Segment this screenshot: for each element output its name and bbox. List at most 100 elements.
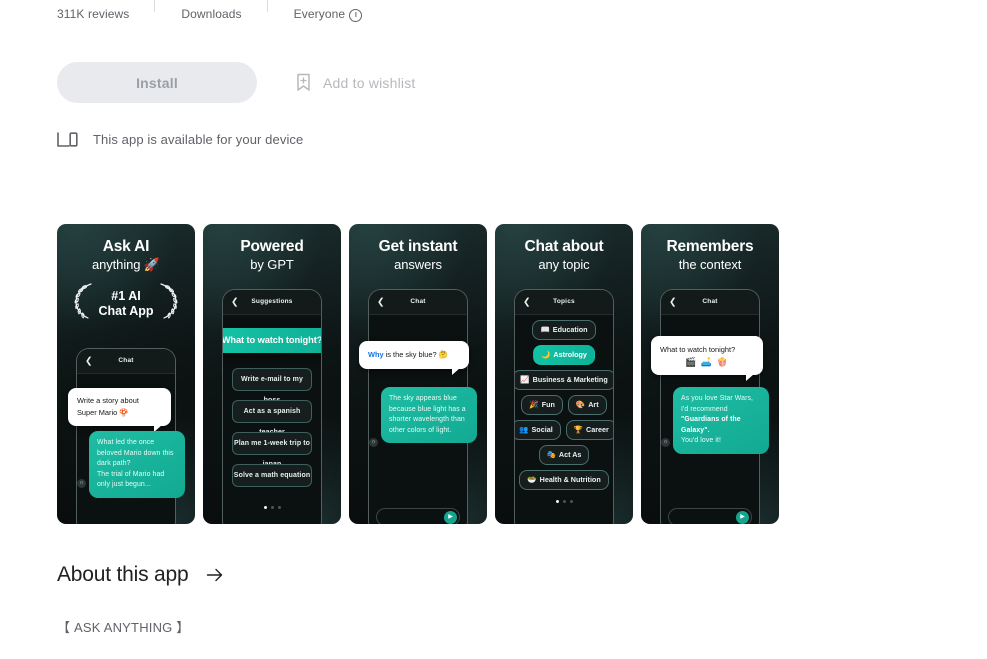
topic-chip-label: Health & Nutrition: [539, 475, 601, 484]
page-dot[interactable]: [562, 500, 566, 503]
chevron-left-icon[interactable]: ❮: [377, 297, 385, 307]
bot-message-bubble: The sky appears blue because blue light …: [381, 387, 477, 443]
topic-chip-education[interactable]: 📖 Education: [532, 320, 596, 340]
suggestion-pill-4[interactable]: Solve a math equation: [232, 464, 312, 487]
phone-frame: ❮ Suggestions What to watch tonight? Wri…: [222, 289, 322, 524]
chevron-left-icon[interactable]: ❮: [669, 297, 677, 307]
topic-chip-business-marketing[interactable]: 📈 Business & Marketing: [515, 370, 613, 390]
featured-suggestion-pill[interactable]: What to watch tonight?: [223, 328, 321, 353]
headline-line-2: by GPT: [250, 257, 294, 272]
award-badge: #1 AI Chat App: [57, 281, 195, 326]
stat-content-rating-text: Everyone: [293, 7, 346, 21]
headline-line-1: Chat about: [524, 238, 604, 255]
headline-line-2: any topic: [538, 257, 590, 272]
screenshot-ask-ai-anything[interactable]: Ask AI anything 🚀 #1 AI Chat App ❮ Chat …: [57, 224, 195, 524]
app-action-row: Install Add to wishlist: [57, 62, 423, 103]
stat-reviews-label: 311K reviews: [57, 7, 130, 21]
page-dot[interactable]: [270, 506, 274, 509]
topic-chip-label: Social: [531, 425, 553, 434]
moon-emoji-icon: 🌙: [541, 350, 551, 359]
message-input-bar[interactable]: ▶: [376, 508, 460, 524]
stat-content-rating-label: Everyone: [294, 0, 363, 28]
topic-chip-social[interactable]: 👥 Social: [515, 420, 561, 440]
send-icon[interactable]: ▶: [444, 510, 457, 524]
laurel-wreath-icon: [70, 281, 96, 326]
bot-message-bubble: As you love Star Wars, I'd recommend "Gu…: [673, 387, 769, 454]
palette-emoji-icon: 🎨: [575, 400, 586, 409]
topic-chip-label: Career: [586, 425, 609, 434]
page-dot[interactable]: [277, 506, 281, 509]
masks-emoji-icon: 🎭: [546, 450, 556, 459]
phone-app-bar: ❮ Chat: [661, 290, 759, 315]
device-phone-tablet-icon: [57, 131, 78, 148]
user-message-text: What to watch tonight?: [660, 345, 736, 354]
info-icon[interactable]: [349, 8, 363, 22]
topic-chip-astrology[interactable]: 🌙 Astrology: [533, 345, 595, 365]
user-message-bubble: Why is the sky blue? 🤔: [359, 341, 469, 375]
topic-chip-health-nutrition[interactable]: 🥗 Health & Nutrition: [519, 470, 609, 490]
suggestion-pill-1[interactable]: Write e-mail to my boss: [232, 368, 312, 404]
topic-chip-label: Astrology: [553, 350, 587, 359]
headline-line-2: the context: [678, 257, 742, 272]
app-stats-row: 311K reviews Downloads Everyone: [57, 0, 388, 28]
page-dot[interactable]: [569, 500, 573, 503]
stat-downloads: Downloads: [155, 0, 268, 28]
screenshot-get-instant-answers[interactable]: Get instant answers ❮ Chat ▶ Why is the …: [349, 224, 487, 524]
headline-line-2: answers: [394, 257, 442, 272]
screenshot-headline: Get instant answers: [349, 238, 487, 273]
phone-app-bar: ❮ Chat: [77, 349, 175, 374]
badge-line-1: #1 AI: [111, 288, 141, 303]
party-emoji-icon: 🎉: [529, 400, 539, 409]
topic-chip-fun[interactable]: 🎉 Fun: [521, 395, 563, 415]
laurel-wreath-icon: [156, 281, 182, 326]
suggestion-pill-3[interactable]: Plan me 1-week trip to japan: [232, 432, 312, 468]
suggestion-pill-2[interactable]: Act as a spanish teacher: [232, 400, 312, 436]
page-dot[interactable]: [263, 506, 267, 509]
headline-line-1: Remembers: [666, 238, 754, 255]
about-this-app-description: 【 ASK ANYTHING 】: [57, 620, 190, 635]
about-this-app-link[interactable]: About this app: [57, 563, 224, 587]
phone-app-bar: ❮ Topics: [515, 290, 613, 315]
add-to-wishlist-button[interactable]: Add to wishlist: [287, 62, 423, 103]
add-to-wishlist-label: Add to wishlist: [323, 74, 416, 91]
send-icon[interactable]: ▶: [736, 510, 749, 524]
topic-chip-act-as[interactable]: 🎭 Act As: [538, 445, 590, 465]
message-input-bar[interactable]: ▶: [668, 508, 752, 524]
screenshot-gallery: Ask AI anything 🚀 #1 AI Chat App ❮ Chat …: [57, 224, 779, 524]
bot-message-bubble: What led the once beloved Mario down thi…: [89, 431, 185, 498]
bot-avatar-icon: ☼: [661, 438, 670, 447]
screenshot-headline: Chat about any topic: [495, 238, 633, 273]
bot-message-pre: As you love Star Wars, I'd recommend: [681, 395, 754, 413]
headline-line-1: Powered: [240, 238, 304, 255]
badge-line-2: Chat App: [98, 303, 154, 318]
phone-frame: ❮ Topics 📖 Education 🌙 Astrology 📈 Business…: [514, 289, 614, 524]
stat-content-rating: Everyone: [268, 0, 389, 28]
chevron-left-icon[interactable]: ❮: [85, 356, 93, 366]
screenshot-remembers-the-context[interactable]: Remembers the context ❮ Chat ▶ What to w…: [641, 224, 779, 524]
page-indicator-dots: [515, 500, 613, 503]
topic-chip-art[interactable]: 🎨 Art: [567, 395, 607, 415]
chevron-left-icon[interactable]: ❮: [523, 297, 531, 307]
device-availability-text: This app is available for your device: [93, 131, 304, 147]
topic-chip-label: Business & Marketing: [532, 375, 608, 384]
headline-line-2: anything 🚀: [92, 257, 160, 272]
topic-chip-list: 📖 Education 🌙 Astrology 📈 Business & Market…: [515, 320, 613, 490]
about-this-app-title: About this app: [57, 563, 189, 586]
screenshot-chat-about-any-topic[interactable]: Chat about any topic ❮ Topics 📖 Education…: [495, 224, 633, 524]
phone-app-bar: ❮ Suggestions: [223, 290, 321, 315]
user-message-highlight: Why: [368, 350, 384, 359]
book-emoji-icon: 📖: [540, 325, 550, 334]
chevron-left-icon[interactable]: ❮: [231, 297, 239, 307]
bot-avatar-icon: ☼: [369, 438, 378, 447]
arrow-right-icon[interactable]: [206, 566, 224, 584]
user-message-emojis: 🎬 🛋️ 🍿: [685, 357, 729, 367]
bot-avatar-icon: ☼: [77, 479, 86, 488]
page-dot[interactable]: [555, 500, 559, 503]
page-indicator-dots: [223, 506, 321, 509]
topic-chip-career[interactable]: 🏆 Career: [565, 420, 613, 440]
install-button[interactable]: Install: [57, 62, 257, 103]
headline-line-1: Get instant: [378, 238, 458, 255]
screenshot-powered-by-gpt[interactable]: Powered by GPT ❮ Suggestions What to wat…: [203, 224, 341, 524]
salad-emoji-icon: 🥗: [527, 475, 537, 484]
topic-chip-label: Fun: [541, 400, 555, 409]
